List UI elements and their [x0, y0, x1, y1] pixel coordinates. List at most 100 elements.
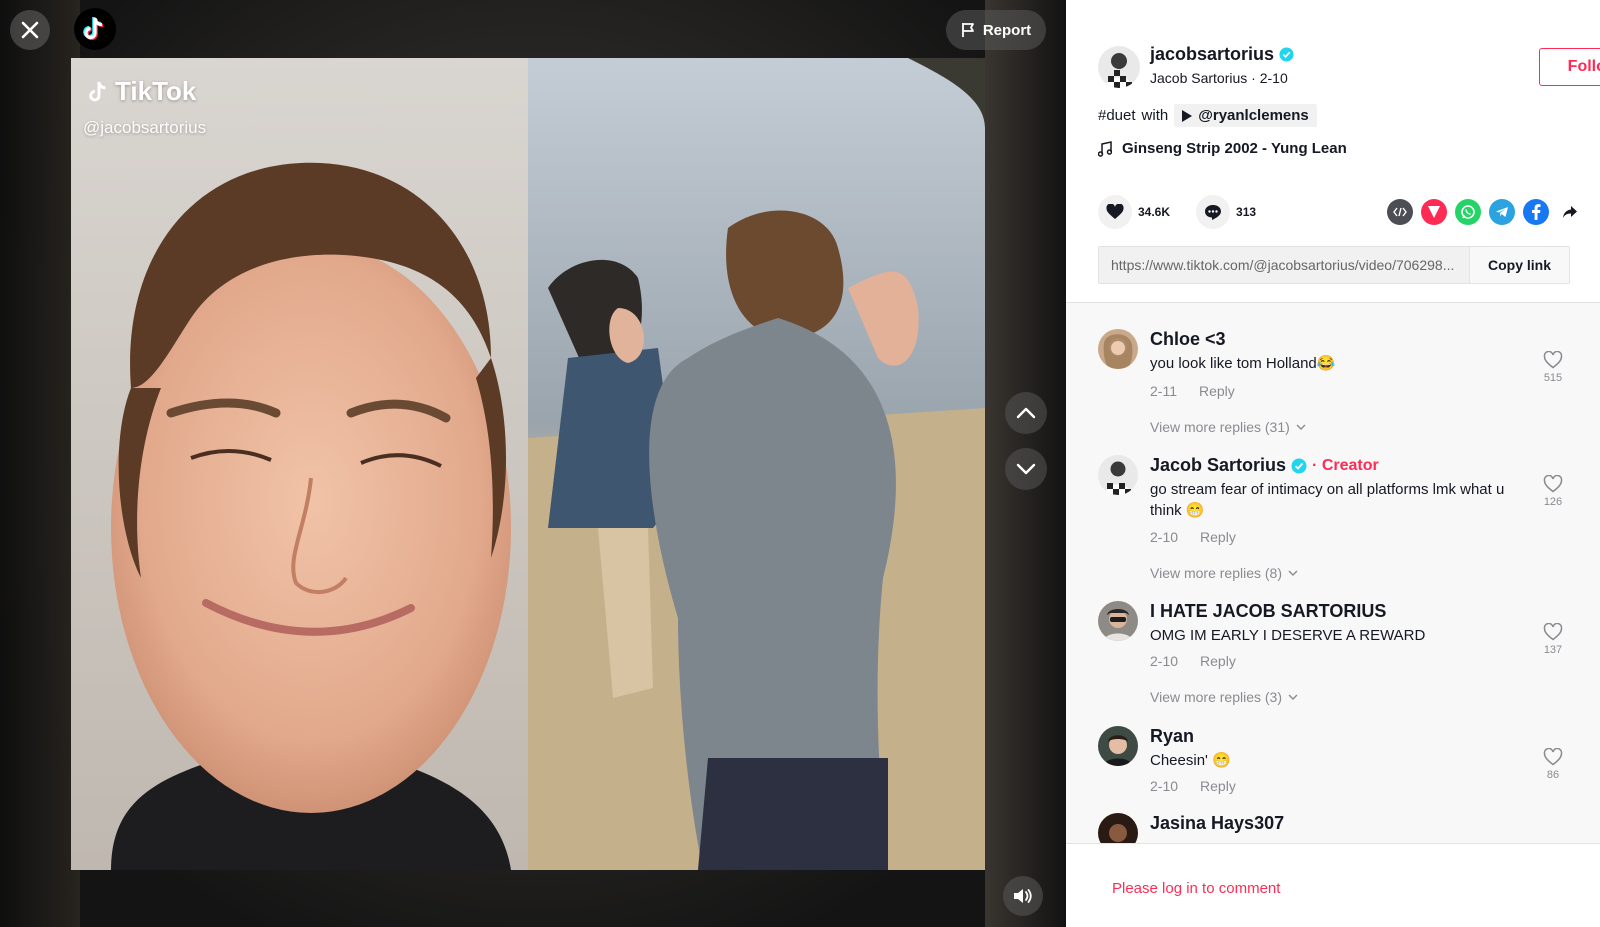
- commenter-name[interactable]: Ryan: [1150, 726, 1194, 747]
- heart-outline-icon: [1543, 622, 1563, 641]
- music-title: Ginseng Strip 2002 - Yung Lean: [1122, 140, 1347, 157]
- embed-share-button[interactable]: [1387, 199, 1413, 225]
- outdoor-scene-illustration: [528, 58, 985, 870]
- duet-user-name: @ryanlclemens: [1198, 107, 1309, 124]
- creator-badge: · Creator: [1312, 456, 1379, 474]
- facebook-share-button[interactable]: [1523, 199, 1549, 225]
- friends-share-button[interactable]: [1421, 199, 1447, 225]
- author-header: jacobsartorius Jacob Sartorius · 2-10: [1098, 44, 1588, 94]
- comment-date: 2-10: [1150, 778, 1179, 794]
- comment-date: 2-11: [1150, 383, 1177, 399]
- comment-text: Cheesin' 😁: [1150, 752, 1231, 769]
- selfie-face-illustration: [71, 58, 528, 870]
- close-button[interactable]: [10, 10, 50, 50]
- embed-code-icon: [1393, 207, 1407, 217]
- duet-left-video: TikTok @jacobsartorius: [71, 58, 528, 870]
- comment-button[interactable]: [1196, 195, 1231, 229]
- comment-like[interactable]: 515: [1538, 350, 1568, 384]
- commenter-name[interactable]: I HATE JACOB SARTORIUS: [1150, 601, 1386, 622]
- author-avatar[interactable]: [1098, 46, 1140, 88]
- comment-item: Ryan Cheesin' 😁 2-10 Reply 86: [1098, 726, 1578, 806]
- previous-video-button[interactable]: [1005, 392, 1047, 434]
- comment-meta: 2-10 Reply: [1150, 653, 1236, 669]
- duet-user-chip[interactable]: @ryanlclemens: [1174, 104, 1317, 127]
- commenter-name[interactable]: Jacob Sartorius · Creator: [1150, 455, 1379, 476]
- hashtag-duet[interactable]: #duet: [1098, 107, 1136, 124]
- watermark-handle: @jacobsartorius: [83, 118, 207, 137]
- comment-like[interactable]: 137: [1538, 622, 1568, 656]
- heart-outline-icon: [1543, 747, 1563, 766]
- video-link-box: https://www.tiktok.com/@jacobsartorius/v…: [1098, 246, 1570, 284]
- comment-meta: 2-11 Reply: [1150, 383, 1235, 399]
- comment-login-bar: Please log in to comment: [1066, 843, 1600, 927]
- share-arrow-icon: [1563, 206, 1577, 218]
- comment-like[interactable]: 126: [1538, 474, 1568, 508]
- view-more-replies-label: View more replies (8): [1150, 565, 1283, 581]
- commenter-name[interactable]: Jasina Hays307: [1150, 813, 1284, 834]
- verified-badge-icon: [1291, 458, 1307, 473]
- commenter-name[interactable]: Chloe <3: [1150, 329, 1226, 350]
- commenter-avatar[interactable]: [1098, 726, 1138, 766]
- view-more-replies-button[interactable]: View more replies (31): [1150, 419, 1306, 435]
- comment-item: Jasina Hays307: [1098, 813, 1578, 843]
- chevron-up-icon: [1016, 407, 1036, 419]
- music-link[interactable]: Ginseng Strip 2002 - Yung Lean: [1098, 140, 1347, 157]
- comment-bubble-icon: [1205, 204, 1222, 220]
- verified-badge-icon: [1279, 47, 1294, 62]
- follow-button[interactable]: Follow: [1539, 48, 1600, 86]
- commenter-avatar[interactable]: [1098, 601, 1138, 641]
- login-to-comment-link[interactable]: Please log in to comment: [1112, 880, 1280, 897]
- heart-outline-icon: [1543, 474, 1563, 493]
- like-button[interactable]: [1098, 195, 1132, 229]
- comment-list[interactable]: Chloe <3 you look like tom Holland😂 2-11…: [1066, 303, 1600, 843]
- comment-like[interactable]: 86: [1538, 747, 1568, 781]
- next-video-button[interactable]: [1005, 448, 1047, 490]
- post-caption: #duet with @ryanlclemens: [1098, 104, 1317, 127]
- author-subline: Jacob Sartorius · 2-10: [1150, 70, 1288, 86]
- comment-meta: 2-10 Reply: [1150, 529, 1236, 545]
- whatsapp-icon: [1461, 205, 1475, 219]
- author-username-text: jacobsartorius: [1150, 44, 1275, 64]
- commenter-name-text: Jacob Sartorius: [1150, 455, 1287, 475]
- engagement-stats: 34.6K 313: [1098, 195, 1268, 229]
- reply-button[interactable]: Reply: [1199, 383, 1235, 399]
- report-label: Report: [982, 21, 1032, 39]
- comment-date: 2-10: [1150, 653, 1179, 669]
- comment-text: OMG IM EARLY I DESERVE A REWARD: [1150, 627, 1426, 644]
- comment-meta: 2-10 Reply: [1150, 778, 1236, 794]
- chevron-down-icon: [1288, 694, 1298, 700]
- view-more-replies-button[interactable]: View more replies (3): [1150, 689, 1298, 705]
- heart-icon: [1106, 204, 1124, 219]
- video-link-text[interactable]: https://www.tiktok.com/@jacobsartorius/v…: [1099, 257, 1469, 273]
- watermark-brand: TikTok: [115, 76, 197, 106]
- commenter-avatar[interactable]: [1098, 329, 1138, 369]
- tiktok-note-icon: [83, 16, 104, 41]
- comment-text: go stream fear of intimacy on all platfo…: [1150, 481, 1505, 519]
- chevron-down-icon: [1296, 424, 1306, 430]
- tiktok-video-page: Report TikTok @jacobsartorius jacobsarto…: [0, 0, 1600, 927]
- commenter-avatar[interactable]: [1098, 813, 1138, 843]
- reply-button[interactable]: Reply: [1200, 653, 1236, 669]
- reply-button[interactable]: Reply: [1200, 529, 1236, 545]
- caption-with-text: with: [1141, 107, 1169, 124]
- more-share-button[interactable]: [1557, 199, 1583, 225]
- comment-item: I HATE JACOB SARTORIUS OMG IM EARLY I DE…: [1098, 601, 1578, 719]
- author-username[interactable]: jacobsartorius: [1150, 44, 1294, 65]
- comment-like-count: 515: [1543, 372, 1563, 384]
- view-more-replies-label: View more replies (31): [1150, 419, 1290, 435]
- comment-item: Jacob Sartorius · Creator go stream fear…: [1098, 455, 1578, 595]
- duet-right-video: [528, 58, 985, 870]
- copy-link-button[interactable]: Copy link: [1469, 247, 1569, 283]
- video-frame[interactable]: TikTok @jacobsartorius: [71, 58, 985, 870]
- telegram-share-button[interactable]: [1489, 199, 1515, 225]
- view-more-replies-button[interactable]: View more replies (8): [1150, 565, 1298, 581]
- sound-toggle-button[interactable]: [1003, 876, 1043, 916]
- whatsapp-share-button[interactable]: [1455, 199, 1481, 225]
- reply-button[interactable]: Reply: [1200, 778, 1236, 794]
- facebook-icon: [1532, 204, 1541, 220]
- commenter-avatar[interactable]: [1098, 455, 1138, 495]
- comment-count: 313: [1236, 205, 1257, 219]
- report-button[interactable]: Report: [946, 10, 1046, 50]
- view-more-replies-label: View more replies (3): [1150, 689, 1283, 705]
- tiktok-logo-button[interactable]: [74, 8, 116, 50]
